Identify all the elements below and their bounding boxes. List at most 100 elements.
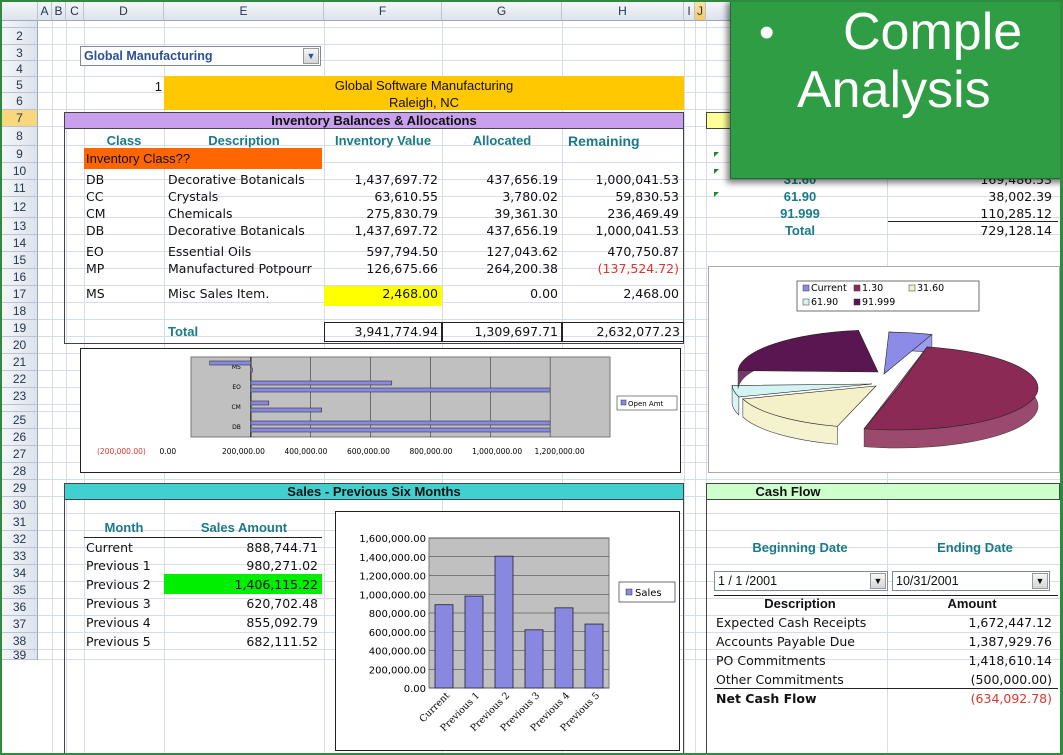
legend-label: 91.999 [862, 297, 895, 308]
bar [464, 595, 484, 689]
row-header[interactable]: 31 [2, 514, 38, 531]
row-header[interactable]: 2 [2, 28, 38, 45]
column-header[interactable]: F [324, 2, 442, 21]
row-header[interactable]: 36 [2, 599, 38, 616]
row-header[interactable]: 28 [2, 463, 38, 480]
column-header[interactable]: J [695, 2, 706, 21]
row-header[interactable]: 6 [2, 93, 38, 110]
chevron-down-icon[interactable]: ▼ [303, 48, 319, 64]
row-header[interactable]: 19 [2, 320, 38, 337]
aging-pie-svg: Current 1.30 31.60 61.90 91.999 [731, 280, 1039, 449]
legend-swatch [908, 284, 916, 292]
row-header[interactable]: 21 [2, 354, 38, 371]
column-header[interactable]: C [66, 2, 84, 21]
cashflow-description-cell: PO Commitments [716, 653, 826, 668]
row-header[interactable]: 33 [2, 548, 38, 565]
row-header[interactable]: 17 [2, 286, 38, 303]
aging-pie-chart[interactable]: Current 1.30 31.60 61.90 91.999 [708, 266, 1060, 473]
inventory-description-cell: Decorative Botanicals [168, 223, 305, 238]
cashflow-description-cell: Expected Cash Receipts [716, 615, 867, 630]
bar [584, 623, 604, 689]
inventory-class-cell: DB [86, 172, 105, 187]
row-header[interactable]: 12 [2, 197, 38, 218]
row-header[interactable] [2, 21, 38, 28]
select-all-corner[interactable] [2, 2, 38, 21]
inventory-total-cell: 1,309,697.71 [474, 324, 559, 339]
row-header[interactable]: 16 [2, 269, 38, 286]
column-header[interactable]: H [562, 2, 684, 21]
inventory-total-label: Total [168, 324, 199, 339]
row-header[interactable]: 34 [2, 565, 38, 582]
row-header[interactable]: 26 [2, 429, 38, 446]
inventory-class-prompt-text: Inventory Class?? [86, 151, 191, 166]
column-header[interactable]: G [442, 2, 562, 21]
row-header[interactable]: 39 [2, 649, 38, 661]
column-header[interactable]: A [38, 2, 52, 21]
inventory-value-cell: 597,794.50 [366, 244, 438, 259]
inventory-remaining-cell: 2,468.00 [623, 286, 679, 301]
row-header[interactable]: 22 [2, 371, 38, 388]
grid-line [38, 479, 1060, 480]
row-header[interactable]: 5 [2, 77, 38, 93]
sales-chart[interactable]: 1,600,000.00 1,400,000.00 1,200,000.00 1,00… [335, 511, 680, 751]
row-header[interactable]: 7 [2, 110, 38, 127]
y-tick-label: 1,000,000.00 [359, 590, 426, 601]
row-header[interactable] [2, 405, 38, 412]
row-header[interactable]: 18 [2, 303, 38, 320]
company-dropdown[interactable]: Global Manufacturing ▼ [80, 46, 321, 66]
bar [250, 387, 551, 393]
ending-date-dropdown[interactable]: 10/31/2001 ▼ [892, 571, 1050, 591]
legend-swatch [625, 588, 633, 596]
row-header[interactable]: 10 [2, 163, 38, 180]
inventory-remaining-cell: 236,469.49 [607, 206, 679, 221]
inventory-remaining-cell: 470,750.87 [607, 244, 679, 259]
column-header[interactable]: B [52, 2, 66, 21]
row-header[interactable]: 20 [2, 337, 38, 354]
row-header[interactable]: 32 [2, 531, 38, 548]
company-name: Global Software Manufacturing [334, 78, 514, 93]
aging-total-value: 729,128.14 [980, 223, 1052, 238]
inventory-total-cell: 2,632,077.23 [596, 324, 681, 339]
row-header[interactable]: 30 [2, 497, 38, 514]
inventory-value-cell: 1,437,697.72 [354, 223, 439, 238]
inventory-remaining-cell: 1,000,041.53 [595, 223, 680, 238]
row-header[interactable]: 27 [2, 446, 38, 463]
column-header[interactable]: E [164, 2, 324, 21]
row-header[interactable]: 25 [2, 412, 38, 429]
row-header[interactable]: 13 [2, 218, 38, 235]
chevron-down-icon[interactable]: ▼ [1032, 573, 1048, 589]
row-header[interactable]: 29 [2, 480, 38, 497]
row-header[interactable]: 11 [2, 180, 38, 197]
y-tick-label: 1,600,000.00 [359, 534, 426, 545]
inventory-remaining-cell: (137,524.72) [597, 261, 679, 276]
chevron-down-icon[interactable]: ▼ [870, 573, 886, 589]
row-header[interactable]: 23 [2, 388, 38, 405]
total-line [888, 221, 1058, 222]
sales-header-month: Month [104, 520, 144, 535]
row-header[interactable]: 15 [2, 252, 38, 269]
inventory-total-cell: 3,941,774.94 [354, 324, 439, 339]
net-line [714, 688, 1058, 689]
row-header[interactable]: 37 [2, 616, 38, 633]
row-header[interactable]: 4 [2, 61, 38, 77]
legend-label: 1.30 [862, 283, 883, 294]
inventory-bar-chart[interactable]: MS EO CM DB (200,000.00) 0.00 200,000.00 400,00… [80, 348, 681, 473]
y-tick-label: 400,000.00 [369, 647, 426, 658]
column-header[interactable]: I [684, 2, 695, 21]
row-header[interactable]: 8 [2, 127, 38, 146]
row-header[interactable]: 14 [2, 235, 38, 252]
inventory-header: Description [208, 133, 280, 148]
cashflow-amount-cell: 1,418,610.14 [968, 653, 1053, 668]
header-line [84, 537, 322, 538]
category-label: CM [231, 404, 240, 411]
aging-amount-cell: 38,002.39 [988, 189, 1052, 204]
sales-month-cell: Previous 2 [86, 577, 151, 592]
column-header[interactable]: D [84, 2, 164, 21]
beginning-date-dropdown[interactable]: 1 / 1 /2001 ▼ [714, 571, 888, 591]
sales-month-cell: Previous 1 [86, 558, 151, 573]
row-header[interactable]: 9 [2, 146, 38, 163]
legend-swatch [620, 399, 627, 406]
row-header[interactable]: 3 [2, 45, 38, 61]
row-header[interactable]: 35 [2, 582, 38, 599]
inventory-value-cell: 2,468.00 [382, 286, 438, 301]
